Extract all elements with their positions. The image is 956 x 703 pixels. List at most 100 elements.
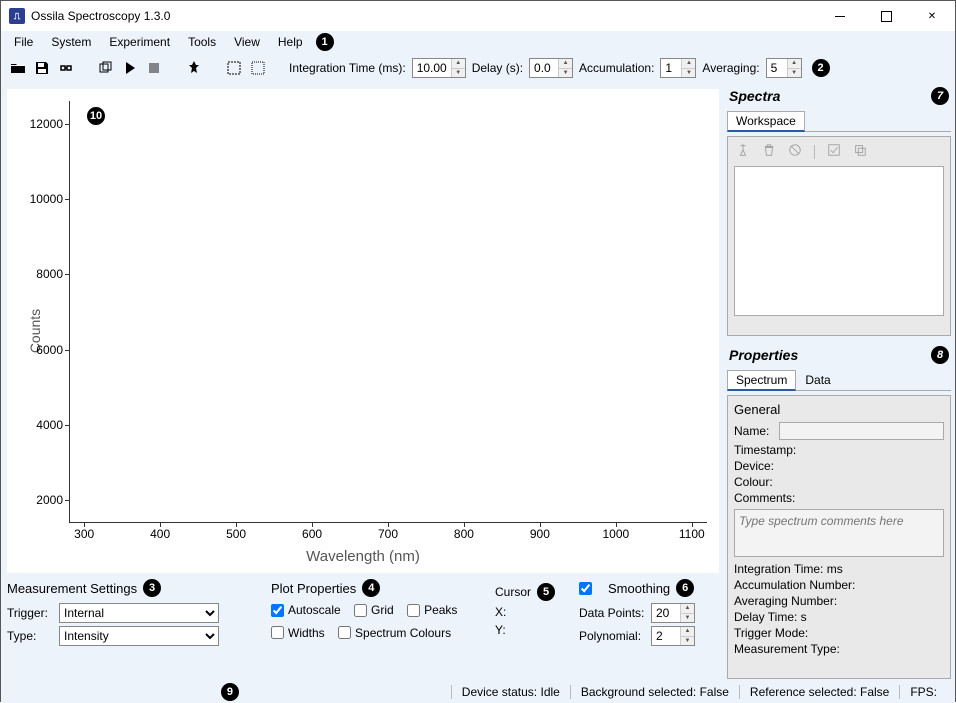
- x-tick-label: 700: [378, 527, 398, 541]
- y-tick-label: 12000: [30, 117, 63, 131]
- averaging-line: Averaging Number:: [734, 594, 944, 608]
- select-region-b-icon[interactable]: [249, 59, 267, 77]
- colour-label: Colour:: [734, 475, 944, 489]
- timestamp-label: Timestamp:: [734, 443, 944, 457]
- smoothing-enable-checkbox[interactable]: [579, 582, 592, 595]
- polynomial-input[interactable]: ▲▼: [651, 626, 695, 646]
- properties-tabs: Spectrum Data: [727, 370, 951, 391]
- spin-down-icon: ▼: [452, 69, 465, 78]
- callout-6: 6: [676, 579, 694, 597]
- accumulation-input[interactable]: ▲▼: [660, 58, 696, 78]
- pin-icon[interactable]: [185, 59, 203, 77]
- polynomial-label: Polynomial:: [579, 629, 647, 643]
- y-tick-label: 2000: [36, 493, 63, 507]
- delay-time-line: Delay Time: s: [734, 610, 944, 624]
- integration-time-label: Integration Time (ms):: [289, 61, 406, 75]
- x-tick-label: 900: [530, 527, 550, 541]
- peaks-checkbox[interactable]: Peaks: [407, 603, 457, 617]
- smoothing-title: Smoothing: [608, 581, 670, 596]
- plot-region: [69, 101, 707, 523]
- status-device: Device status: Idle: [451, 685, 570, 699]
- toolbar: Integration Time (ms): ▲▼ Delay (s): ▲▼ …: [1, 53, 955, 83]
- stop-icon[interactable]: [145, 59, 163, 77]
- connect-icon[interactable]: [57, 59, 75, 77]
- window-close-button[interactable]: ✕: [909, 1, 955, 31]
- device-label: Device:: [734, 459, 944, 473]
- properties-title: Properties: [729, 347, 798, 363]
- cursor-title: Cursor: [495, 585, 531, 599]
- menu-tools[interactable]: Tools: [179, 33, 225, 51]
- y-tick-label: 6000: [36, 343, 63, 357]
- ws-checkall-icon[interactable]: [827, 143, 841, 160]
- smoothing-panel: Smoothing 6 Data Points: ▲▼ Polynomial: …: [579, 579, 719, 673]
- x-tick-label: 400: [150, 527, 170, 541]
- save-icon[interactable]: [33, 59, 51, 77]
- select-region-a-icon[interactable]: [225, 59, 243, 77]
- callout-3: 3: [143, 579, 161, 597]
- x-tick-label: 300: [74, 527, 94, 541]
- datapoints-input[interactable]: ▲▼: [651, 603, 695, 623]
- name-input[interactable]: [779, 422, 944, 440]
- menu-file[interactable]: File: [5, 33, 42, 51]
- repeat-capture-icon[interactable]: [97, 59, 115, 77]
- comments-label: Comments:: [734, 491, 944, 505]
- y-tick-label: 10000: [30, 192, 63, 206]
- comments-input[interactable]: [734, 509, 944, 557]
- menu-system[interactable]: System: [42, 33, 100, 51]
- status-background: Background selected: False: [570, 685, 739, 699]
- plot-properties-panel: Plot Properties4 Autoscale Grid Peaks Wi…: [271, 579, 491, 673]
- widths-checkbox[interactable]: Widths: [271, 626, 325, 640]
- averaging-input[interactable]: ▲▼: [766, 58, 802, 78]
- trigger-mode-line: Trigger Mode:: [734, 626, 944, 640]
- menu-view[interactable]: View: [225, 33, 269, 51]
- x-axis-label: Wavelength (nm): [7, 548, 719, 565]
- callout-2: 2: [812, 59, 830, 77]
- type-select[interactable]: Intensity: [59, 626, 219, 646]
- trigger-select[interactable]: Internal: [59, 603, 219, 623]
- averaging-label: Averaging:: [702, 61, 759, 75]
- x-tick-label: 1000: [602, 527, 629, 541]
- callout-4: 4: [362, 579, 380, 597]
- callout-9: 9: [221, 683, 239, 701]
- callout-5: 5: [537, 583, 555, 601]
- tab-data[interactable]: Data: [796, 370, 839, 390]
- general-group-title: General: [734, 400, 944, 419]
- accumulation-label: Accumulation:: [579, 61, 654, 75]
- window-minimize-button[interactable]: [817, 1, 863, 31]
- ws-trash-icon[interactable]: [762, 143, 776, 160]
- tab-workspace[interactable]: Workspace: [727, 111, 805, 132]
- integration-time-input[interactable]: ▲▼: [412, 58, 466, 78]
- titlebar: ⎍ Ossila Spectroscopy 1.3.0 ✕: [1, 1, 955, 31]
- window-title: Ossila Spectroscopy 1.3.0: [31, 9, 170, 23]
- window-maximize-button[interactable]: [863, 1, 909, 31]
- ws-copyall-icon[interactable]: [853, 143, 867, 160]
- ws-pin-icon[interactable]: [736, 143, 750, 160]
- workspace-list[interactable]: [734, 166, 944, 316]
- tab-spectrum[interactable]: Spectrum: [727, 370, 796, 391]
- y-tick-label: 8000: [36, 267, 63, 281]
- grid-checkbox[interactable]: Grid: [354, 603, 394, 617]
- spectrum-colours-checkbox[interactable]: Spectrum Colours: [338, 626, 451, 640]
- status-reference: Reference selected: False: [739, 685, 899, 699]
- open-icon[interactable]: [9, 59, 27, 77]
- measurement-settings-panel: Measurement Settings3 Trigger: Internal …: [7, 579, 267, 673]
- menu-experiment[interactable]: Experiment: [100, 33, 179, 51]
- name-label: Name:: [734, 424, 775, 438]
- spin-up-icon: ▲: [452, 59, 465, 69]
- x-tick-label: 800: [454, 527, 474, 541]
- spectra-title: Spectra: [729, 88, 780, 104]
- delay-input[interactable]: ▲▼: [529, 58, 573, 78]
- autoscale-checkbox[interactable]: Autoscale: [271, 603, 341, 617]
- y-tick-label: 4000: [36, 418, 63, 432]
- x-tick-label: 1100: [679, 527, 705, 541]
- ws-block-icon[interactable]: [788, 143, 802, 160]
- cursor-panel: Cursor5 X: Y:: [495, 579, 575, 673]
- datapoints-label: Data Points:: [579, 606, 647, 620]
- play-icon[interactable]: [121, 59, 139, 77]
- chart[interactable]: 10 Counts Wavelength (nm) 20004000600080…: [7, 89, 719, 573]
- status-fps: FPS:: [899, 685, 947, 699]
- accumulation-line: Accumulation Number:: [734, 578, 944, 592]
- type-label: Type:: [7, 629, 55, 643]
- cursor-x: X:: [495, 605, 575, 619]
- menu-help[interactable]: Help: [269, 33, 312, 51]
